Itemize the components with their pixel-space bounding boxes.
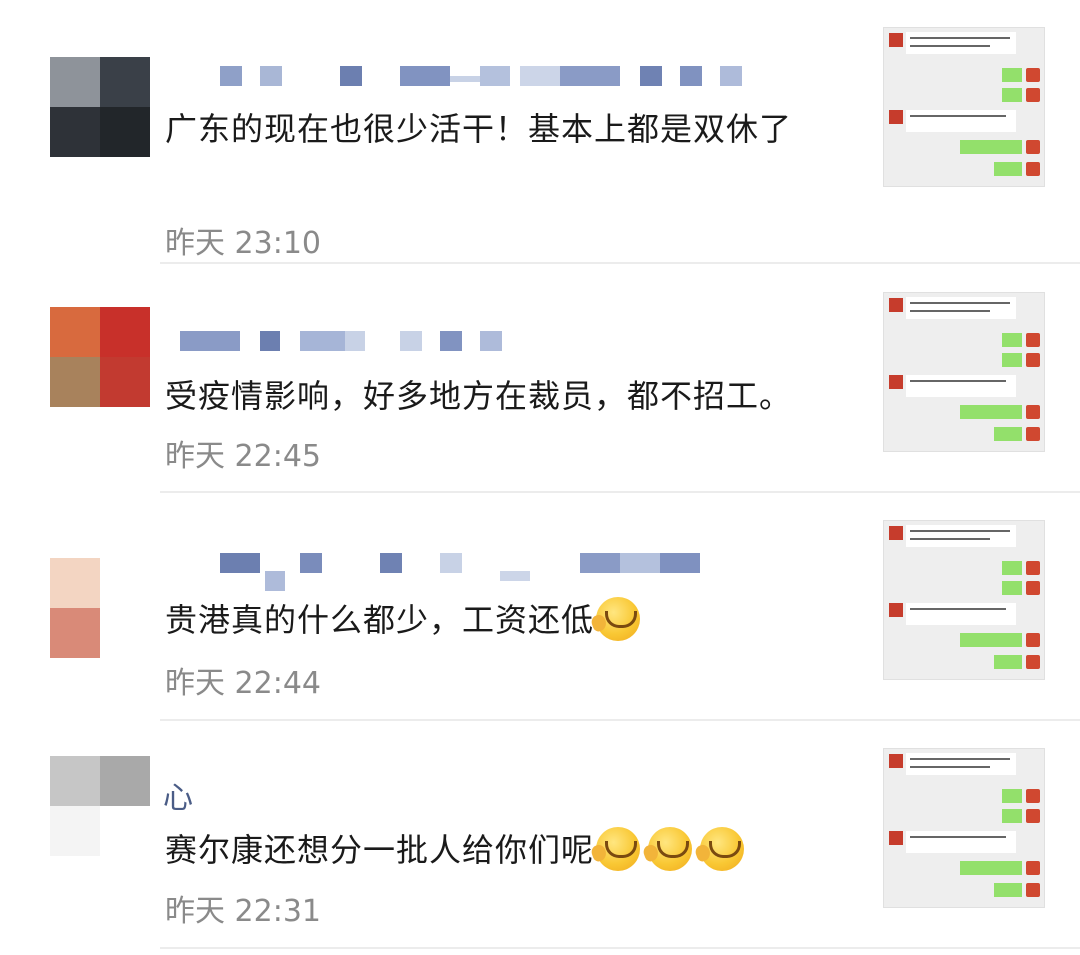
comment-text-content: 贵港真的什么都少，工资还低	[165, 601, 595, 639]
avatar[interactable]	[50, 57, 150, 157]
avatar[interactable]	[50, 558, 150, 658]
comment-timestamp: 昨天 22:45	[165, 439, 321, 474]
username[interactable]: 心	[163, 773, 193, 817]
chat-screenshot-thumbnail[interactable]	[883, 748, 1045, 908]
comment-text-content: 赛尔康还想分一批人给你们呢	[165, 831, 595, 869]
avatar-pixel	[50, 806, 100, 856]
comment-text: 赛尔康还想分一批人给你们呢	[165, 825, 865, 875]
avatar[interactable]	[50, 307, 150, 407]
crying-laughing-emoji-icon	[700, 827, 745, 871]
avatar-pixel	[100, 307, 150, 357]
comment-text: 贵港真的什么都少，工资还低	[165, 595, 865, 645]
avatar-pixel	[100, 558, 150, 608]
divider	[160, 947, 1080, 949]
comment-timestamp: 昨天 22:31	[165, 894, 321, 929]
comment-item[interactable]: 心 赛尔康还想分一批人给你们呢 昨天 22:31	[0, 721, 1080, 955]
crying-laughing-emoji-icon	[596, 827, 641, 871]
avatar-pixel	[50, 307, 100, 357]
avatar-pixel	[50, 357, 100, 407]
avatar-pixel	[50, 558, 100, 608]
comment-timestamp: 昨天 23:10	[165, 226, 321, 261]
comment-text: 广东的现在也很少活干！基本上都是双休了	[165, 110, 793, 148]
divider	[160, 262, 1080, 264]
username-pixelated[interactable]	[160, 66, 760, 102]
comment-item[interactable]: 贵港真的什么都少，工资还低 昨天 22:44	[0, 493, 1080, 721]
comment-item[interactable]: 受疫情影响，好多地方在裁员，都不招工。 昨天 22:45	[0, 265, 1080, 493]
avatar[interactable]	[50, 756, 150, 856]
chat-screenshot-thumbnail[interactable]	[883, 27, 1045, 187]
username-pixelated[interactable]	[160, 331, 760, 367]
chat-screenshot-thumbnail[interactable]	[883, 292, 1045, 452]
avatar-pixel	[100, 357, 150, 407]
avatar-pixel	[100, 107, 150, 157]
comment-text: 受疫情影响，好多地方在裁员，都不招工。	[165, 377, 793, 415]
username-pixelated[interactable]	[160, 553, 760, 591]
avatar-pixel	[100, 756, 150, 806]
avatar-pixel	[50, 756, 100, 806]
avatar-pixel	[50, 608, 100, 658]
crying-laughing-emoji-icon	[648, 827, 693, 871]
avatar-pixel	[100, 806, 150, 856]
avatar-pixel	[50, 57, 100, 107]
crying-laughing-emoji-icon	[596, 597, 641, 641]
avatar-pixel	[100, 57, 150, 107]
comment-item[interactable]: 广东的现在也很少活干！基本上都是双休了 昨天 23:10	[0, 0, 1080, 265]
comment-timestamp: 昨天 22:44	[165, 666, 321, 701]
chat-screenshot-thumbnail[interactable]	[883, 520, 1045, 680]
avatar-pixel	[50, 107, 100, 157]
avatar-pixel	[100, 608, 150, 658]
